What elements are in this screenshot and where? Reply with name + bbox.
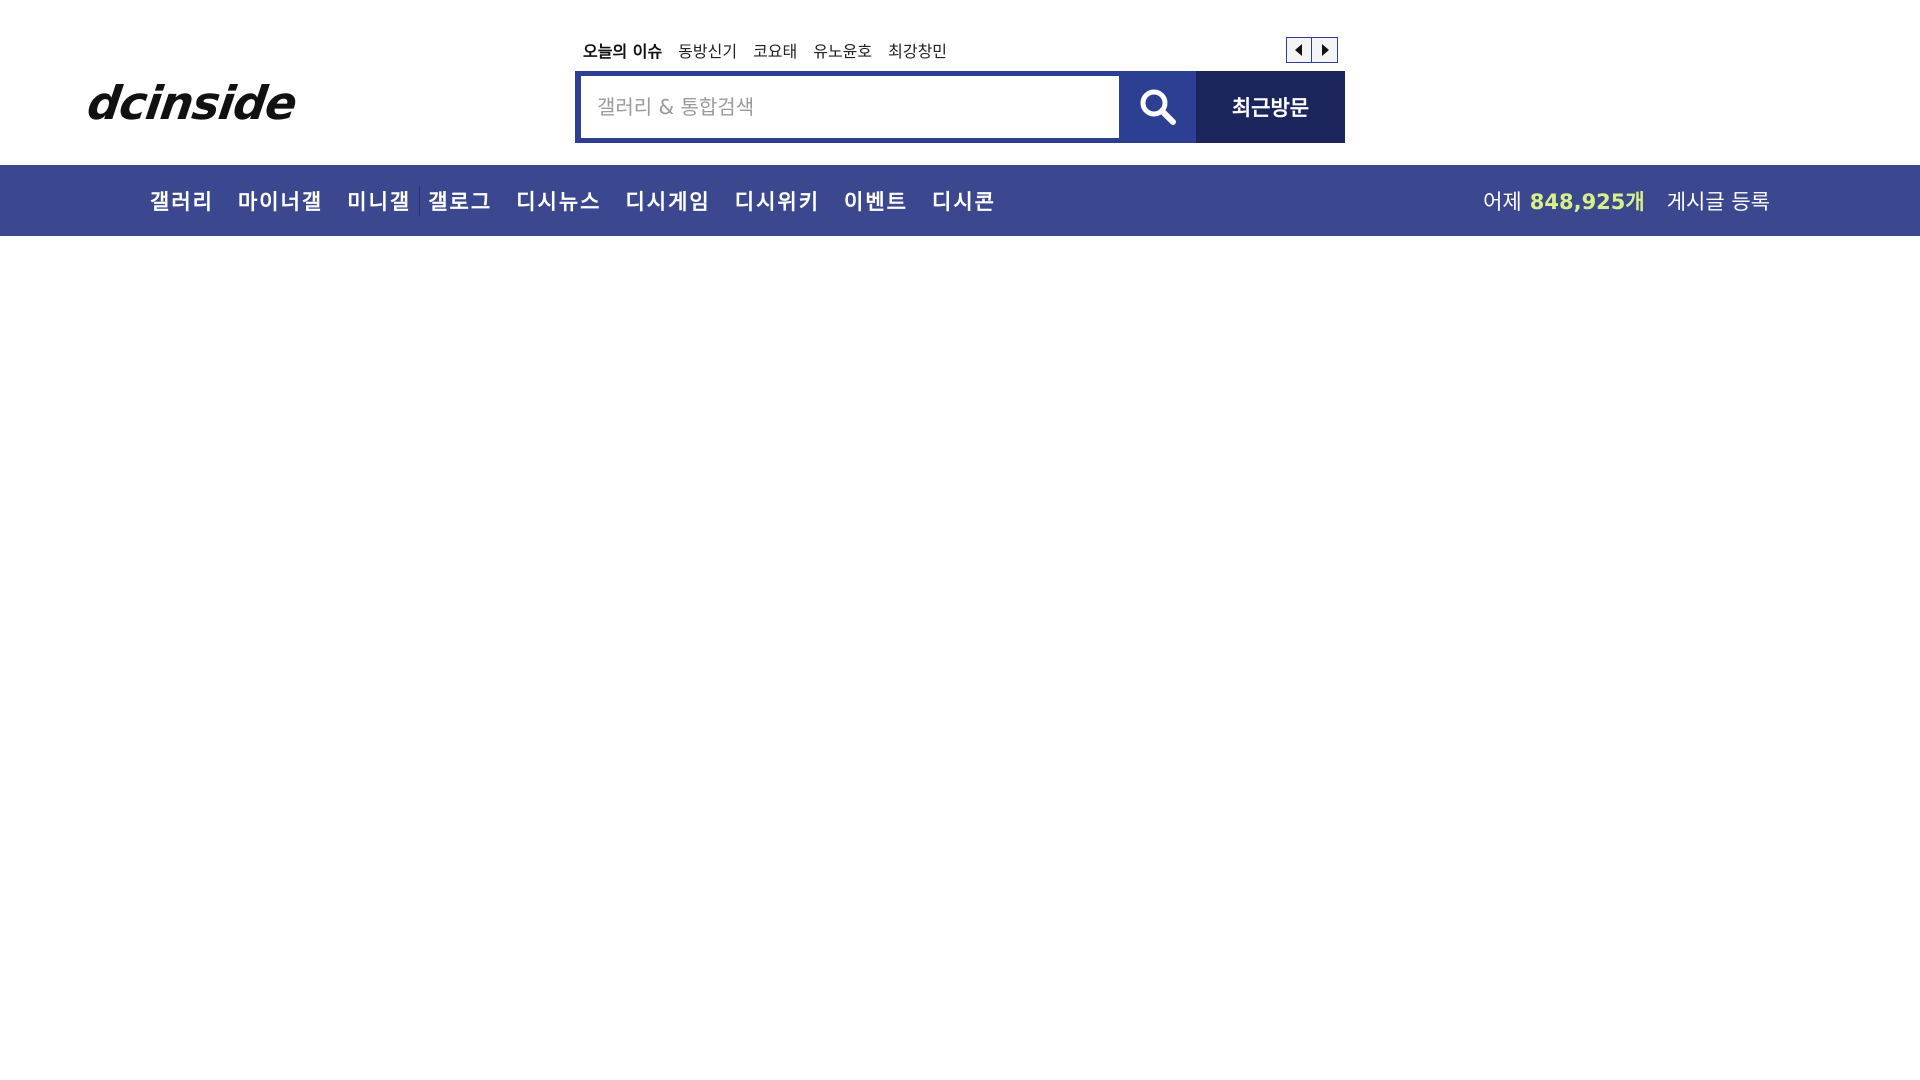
caret-left-icon xyxy=(1295,44,1302,56)
main-nav: 갤러리 마이너갤 미니갤 갤로그 디시뉴스 디시게임 디시위키 이벤트 디시콘 … xyxy=(0,165,1920,236)
issue-link[interactable]: 코요태 xyxy=(753,38,797,62)
nav-item-gallery[interactable]: 갤러리 xyxy=(150,186,214,216)
search-icon xyxy=(1140,89,1176,125)
search-bar: 최근방문 xyxy=(575,71,1345,143)
search-input-wrapper xyxy=(581,76,1120,138)
page: dcinside 오늘의 이슈 동방신기 코요태 유노윤호 최강창민 갤러리 &… xyxy=(0,0,1920,1080)
nav-item-minor-gallery[interactable]: 마이너갤 xyxy=(238,186,323,216)
nav-item-event[interactable]: 이벤트 xyxy=(844,186,908,216)
issue-link[interactable]: 동방신기 xyxy=(678,38,737,62)
nav-item-dc-con[interactable]: 디시콘 xyxy=(932,186,996,216)
yesterday-post-count: 848,925개 xyxy=(1529,189,1645,214)
search-input[interactable] xyxy=(581,76,1120,138)
today-issue-title: 오늘의 이슈 xyxy=(583,42,663,61)
post-register-link[interactable]: 게시글 등록 xyxy=(1667,186,1770,216)
nav-item-dc-wiki[interactable]: 디시위키 xyxy=(735,186,820,216)
post-stats: 어제 848,925개 게시글 등록 xyxy=(1483,165,1770,236)
nav-item-dc-news[interactable]: 디시뉴스 xyxy=(516,186,601,216)
nav-item-mini-gallery[interactable]: 미니갤 xyxy=(347,186,411,216)
issue-link[interactable]: 유노윤호 xyxy=(813,38,872,62)
yesterday-label: 어제 xyxy=(1483,189,1522,214)
issue-next-button[interactable] xyxy=(1312,37,1338,63)
issue-link[interactable]: 최강창민 xyxy=(888,38,947,62)
recent-visits-button[interactable]: 최근방문 xyxy=(1195,71,1345,143)
site-header: dcinside 오늘의 이슈 동방신기 코요태 유노윤호 최강창민 갤러리 &… xyxy=(0,0,1920,165)
nav-divider xyxy=(419,185,421,216)
search-button[interactable] xyxy=(1119,71,1196,143)
today-issue-bar: 오늘의 이슈 동방신기 코요태 유노윤호 최강창민 xyxy=(583,38,947,62)
nav-item-dc-game[interactable]: 디시게임 xyxy=(625,186,710,216)
nav-item-gallog[interactable]: 갤로그 xyxy=(428,186,492,216)
dcinside-logo[interactable]: dcinside xyxy=(84,76,300,130)
caret-right-icon xyxy=(1321,44,1329,56)
issue-pager xyxy=(1286,37,1338,63)
nav-menu: 갤러리 마이너갤 미니갤 갤로그 디시뉴스 디시게임 디시위키 이벤트 디시콘 xyxy=(150,165,1020,236)
issue-prev-button[interactable] xyxy=(1286,37,1312,63)
